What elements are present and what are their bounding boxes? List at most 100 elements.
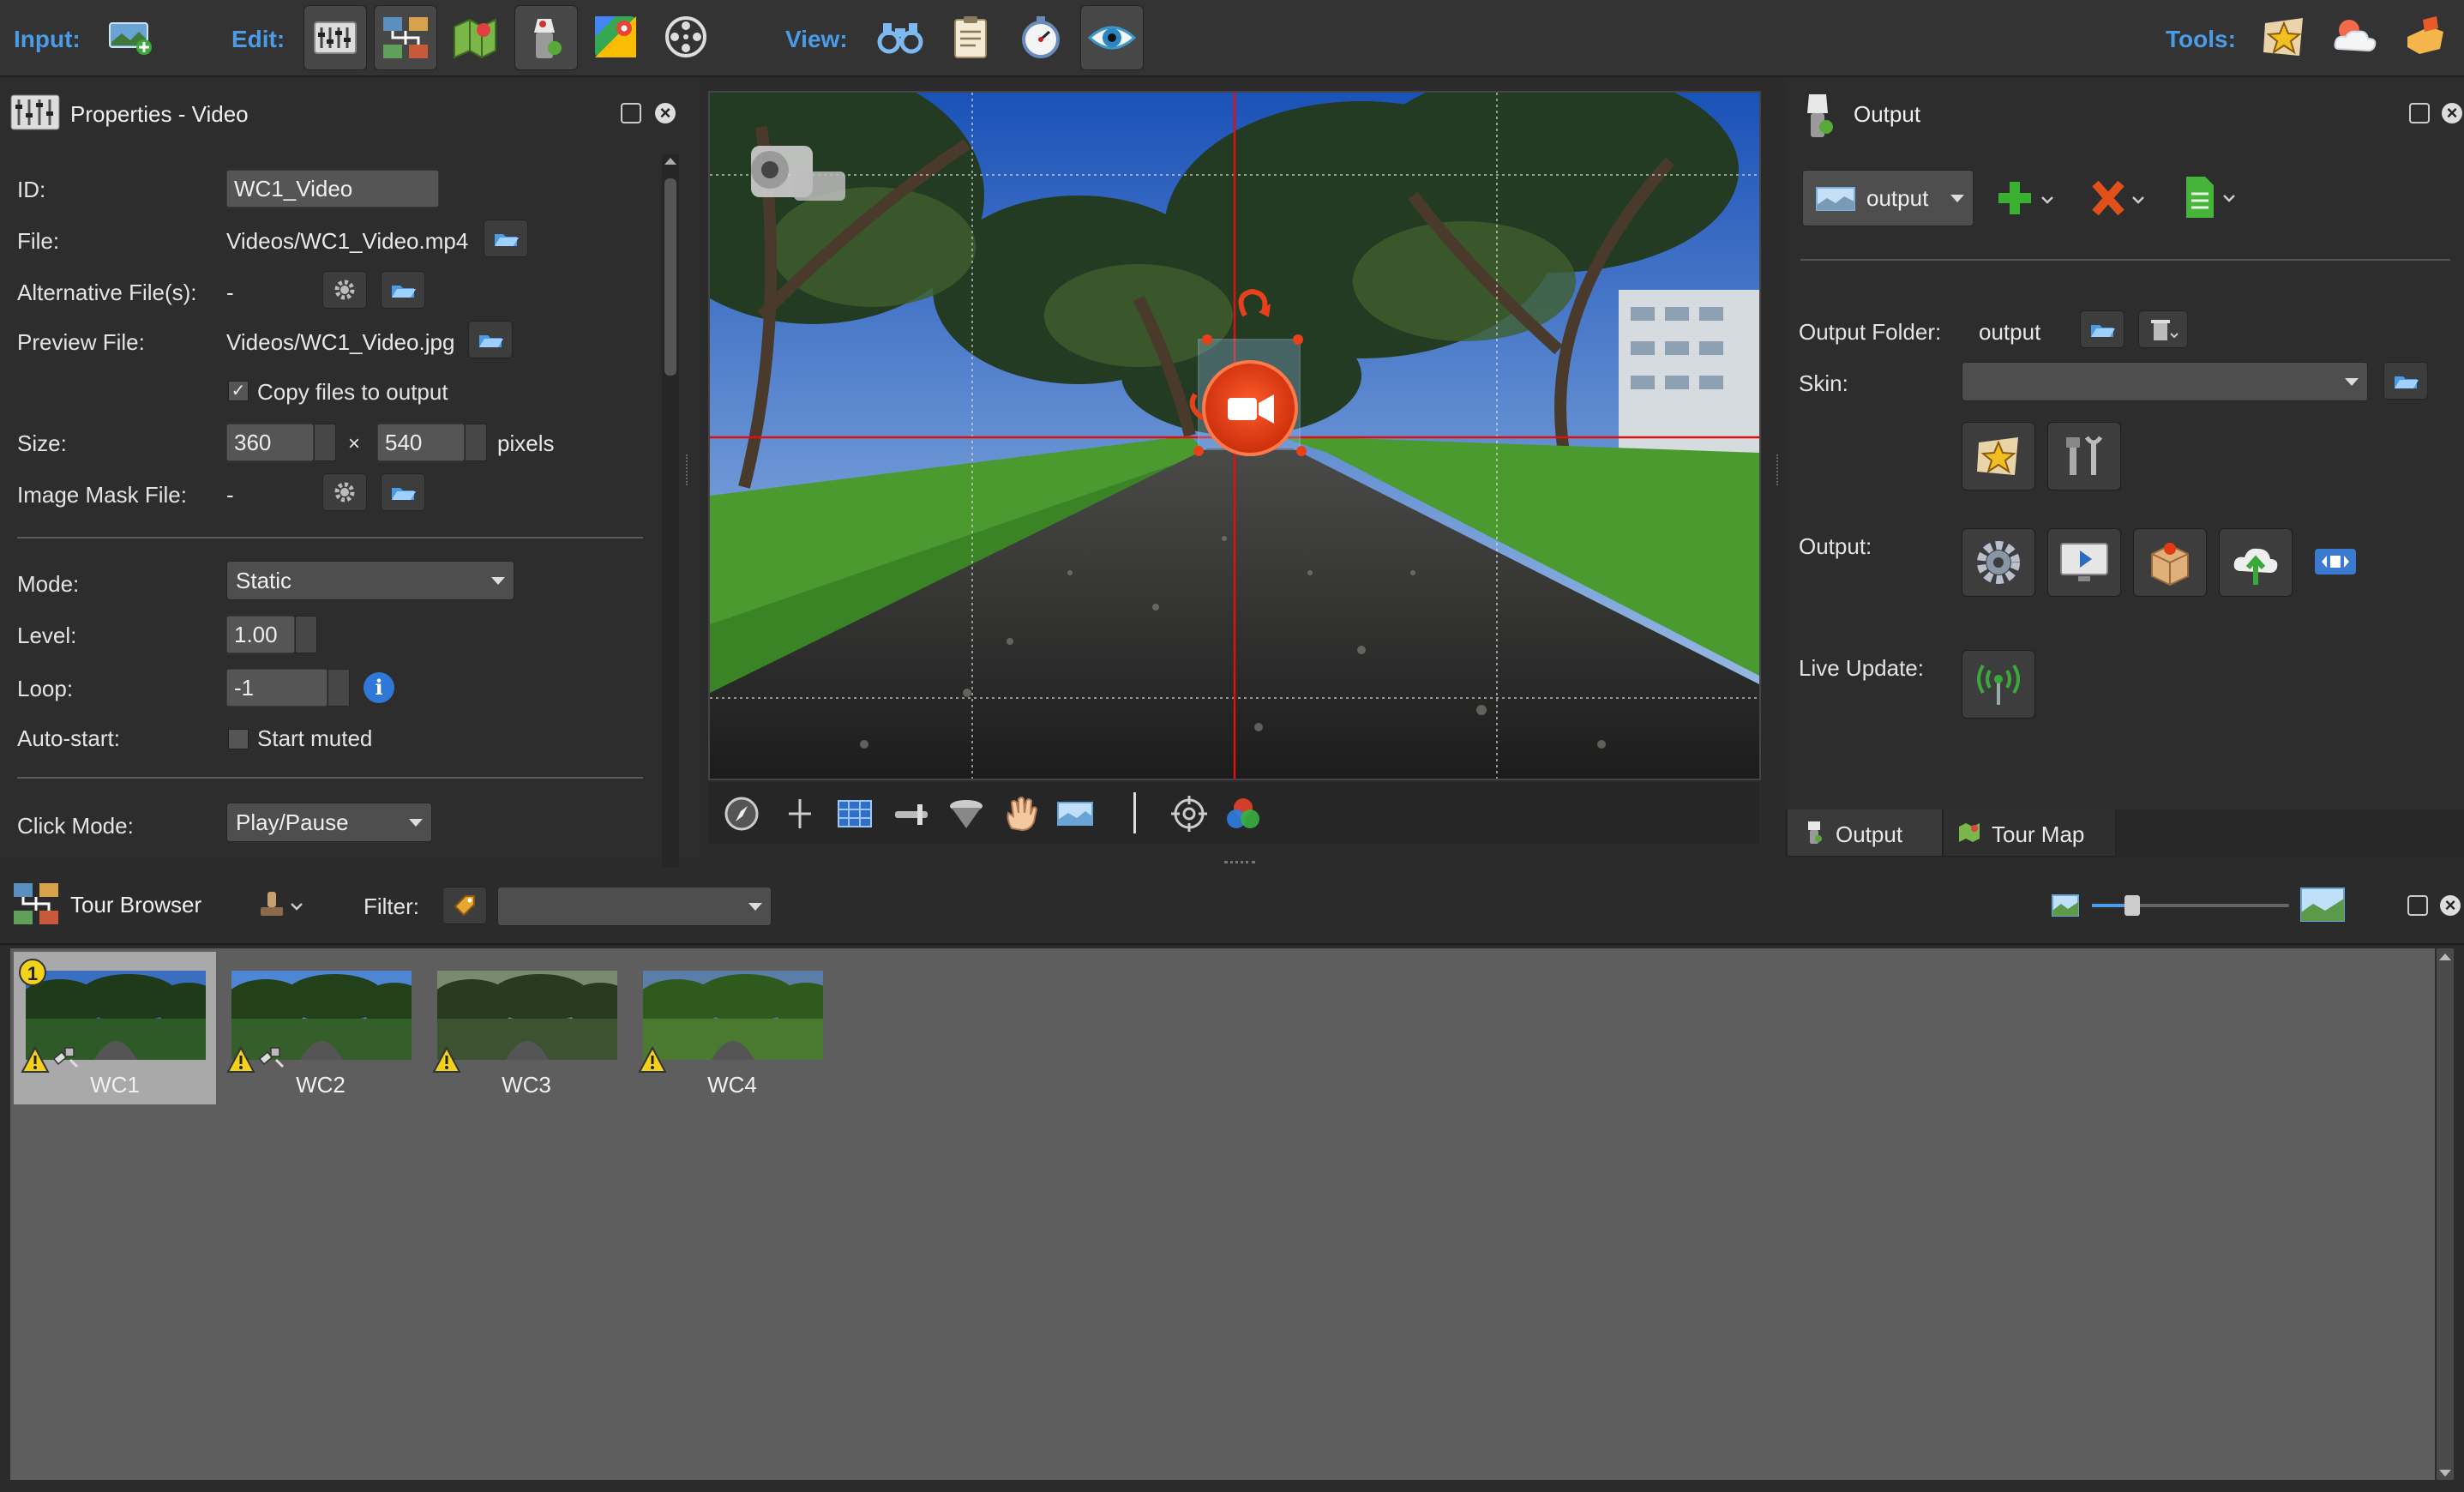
star-map-icon [2263, 18, 2303, 56]
thumbnail-label: WC2 [296, 1072, 346, 1098]
filter-select[interactable] [497, 887, 772, 926]
add-output-button[interactable] [1994, 175, 2063, 221]
left-splitter[interactable] [686, 454, 691, 485]
skin-select[interactable] [1962, 362, 2368, 401]
preview-eye-button[interactable] [1080, 5, 1144, 70]
browser-scrollbar[interactable] [2437, 948, 2454, 1480]
thumbnail-wc2[interactable]: WC2 [219, 952, 422, 1104]
skin-browse-button[interactable] [2383, 362, 2428, 400]
float-panel-button[interactable] [621, 103, 641, 123]
close-output-button[interactable]: × [2442, 103, 2462, 123]
panorama-viewer[interactable] [708, 91, 1761, 780]
compass-icon[interactable] [724, 796, 760, 832]
delete-output-button[interactable] [2087, 175, 2155, 221]
chevron-down-icon [409, 819, 423, 827]
width-spinner[interactable] [314, 424, 336, 461]
loop-spinner[interactable] [328, 669, 350, 707]
copy-files-checkbox[interactable]: ✓ [228, 381, 249, 401]
float-output-button[interactable] [2409, 103, 2430, 123]
skin-editor-button[interactable] [514, 5, 578, 70]
trash-icon [2151, 320, 2179, 340]
hand-pan-icon[interactable] [1001, 794, 1041, 833]
scroll-thumb[interactable] [664, 178, 676, 376]
sort-button[interactable] [255, 887, 307, 924]
add-panorama-icon [109, 22, 152, 55]
skin-tools-button[interactable] [2047, 422, 2121, 490]
close-panel-button[interactable]: × [655, 103, 676, 123]
mask-browse-button[interactable] [381, 473, 425, 511]
gear-icon [1977, 541, 2020, 584]
filter-tag-button[interactable] [442, 887, 487, 924]
mode-label: Mode: [17, 571, 80, 597]
color-wheel-icon[interactable] [1223, 794, 1264, 833]
output-profile-select[interactable]: output [1802, 170, 1974, 226]
height-spinner[interactable] [465, 424, 487, 461]
output-upload-button[interactable] [2219, 528, 2293, 597]
output-folder-browse-button[interactable] [2080, 310, 2124, 348]
publish-tool-button[interactable] [2394, 5, 2455, 69]
thumbnail-wc3[interactable]: WC3 [425, 952, 628, 1104]
nadir-icon[interactable] [947, 796, 986, 832]
right-splitter[interactable] [1776, 454, 1782, 485]
small-thumbnail-icon [2052, 894, 2079, 917]
tour-browser-button[interactable] [374, 5, 437, 70]
live-update-button[interactable] [1962, 650, 2035, 719]
tools-label: Tools: [2166, 26, 2236, 52]
float-browser-button[interactable] [2407, 895, 2428, 916]
output-preview-button[interactable] [2047, 528, 2121, 597]
target-icon[interactable] [1169, 794, 1209, 833]
autostart-label: Auto-start: [17, 725, 120, 751]
google-maps-button[interactable] [585, 5, 646, 69]
bottom-splitter[interactable] [1224, 861, 1255, 867]
slider-handle[interactable] [2124, 895, 2140, 916]
mode-select[interactable]: Static [226, 561, 514, 600]
grid-icon[interactable] [835, 796, 874, 832]
animation-button[interactable] [655, 5, 717, 69]
info-icon[interactable]: i [364, 672, 394, 703]
close-browser-button[interactable]: × [2440, 895, 2461, 916]
click-mode-select[interactable]: Play/Pause [226, 803, 432, 842]
video-export-icon [2315, 549, 2356, 575]
floor-plan-button[interactable] [444, 5, 506, 69]
skin-editor-open-button[interactable] [1962, 422, 2035, 490]
tab-tour-map[interactable]: Tour Map [1943, 809, 2116, 857]
separator [1800, 259, 2450, 261]
output-video-button[interactable] [2310, 540, 2361, 583]
thumbnail-wc1[interactable]: 1 WC1 [14, 952, 216, 1104]
panorama-thumbnail [437, 971, 617, 1060]
id-field[interactable]: WC1_Video [226, 170, 439, 208]
tools-icon [2066, 436, 2103, 475]
alt-files-settings-button[interactable] [322, 271, 367, 309]
skin-tool-button[interactable] [2253, 5, 2315, 69]
browse-file-button[interactable] [484, 220, 528, 257]
cloud-tool-button[interactable] [2323, 5, 2385, 69]
level-tool-icon[interactable] [892, 797, 931, 830]
notes-button[interactable] [940, 5, 1001, 69]
output-settings-button[interactable] [1962, 528, 2035, 597]
width-field[interactable]: 360 [226, 424, 314, 461]
delete-x-icon [2092, 180, 2144, 216]
start-muted-checkbox[interactable] [228, 729, 249, 749]
properties-button[interactable] [303, 5, 367, 70]
clipboard-icon [954, 16, 987, 58]
thumbnail-wc4[interactable]: WC4 [631, 952, 833, 1104]
thumbnail-size-slider[interactable] [2092, 895, 2289, 916]
viewer-button[interactable] [869, 5, 931, 69]
output-package-button[interactable] [2133, 528, 2207, 597]
loop-field[interactable]: -1 [226, 669, 328, 707]
height-field[interactable]: 540 [377, 424, 465, 461]
output-document-button[interactable] [2179, 171, 2248, 223]
tour-preview-button[interactable] [1010, 5, 1072, 69]
satellite-icon [258, 1047, 285, 1068]
tab-output[interactable]: Output [1787, 809, 1943, 857]
browse-preview-button[interactable] [468, 321, 513, 358]
clear-output-folder-button[interactable] [2138, 310, 2188, 348]
mask-settings-button[interactable] [322, 473, 367, 511]
panorama-view-icon[interactable] [1055, 796, 1096, 832]
add-images-button[interactable] [99, 5, 161, 69]
level-field[interactable]: 1.00 [226, 616, 295, 653]
crosshair-plus-icon[interactable] [782, 796, 818, 832]
level-spinner[interactable] [295, 616, 317, 653]
properties-scrollbar[interactable] [662, 154, 679, 931]
alt-files-browse-button[interactable] [381, 271, 425, 309]
